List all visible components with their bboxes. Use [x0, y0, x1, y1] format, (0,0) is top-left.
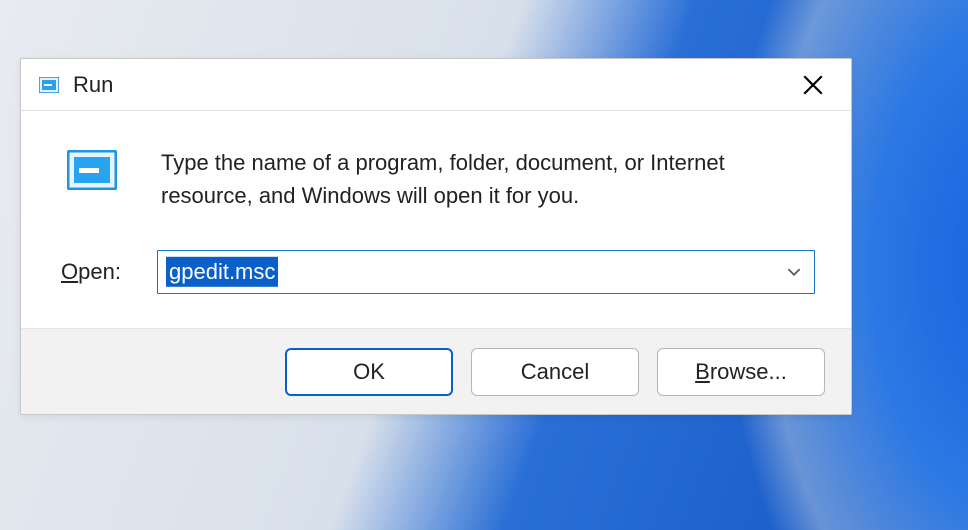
dialog-body: Type the name of a program, folder, docu… [21, 111, 851, 328]
run-dialog: Run Type the name of a program, folder, … [20, 58, 852, 415]
close-button[interactable] [793, 65, 833, 105]
titlebar: Run [21, 59, 851, 111]
button-bar: OK Cancel Browse... [21, 328, 851, 414]
open-label: Open: [61, 259, 157, 285]
browse-button[interactable]: Browse... [657, 348, 825, 396]
close-icon [803, 75, 823, 95]
dialog-description: Type the name of a program, folder, docu… [161, 146, 815, 212]
ok-button[interactable]: OK [285, 348, 453, 396]
open-input[interactable] [158, 251, 774, 293]
open-combobox[interactable]: gpedit.msc [157, 250, 815, 294]
run-large-icon [67, 150, 117, 195]
info-row: Type the name of a program, folder, docu… [61, 146, 815, 212]
run-icon [39, 77, 59, 93]
cancel-button[interactable]: Cancel [471, 348, 639, 396]
dialog-title: Run [73, 72, 793, 98]
open-row: Open: gpedit.msc [61, 250, 815, 294]
chevron-down-icon[interactable] [774, 251, 814, 293]
